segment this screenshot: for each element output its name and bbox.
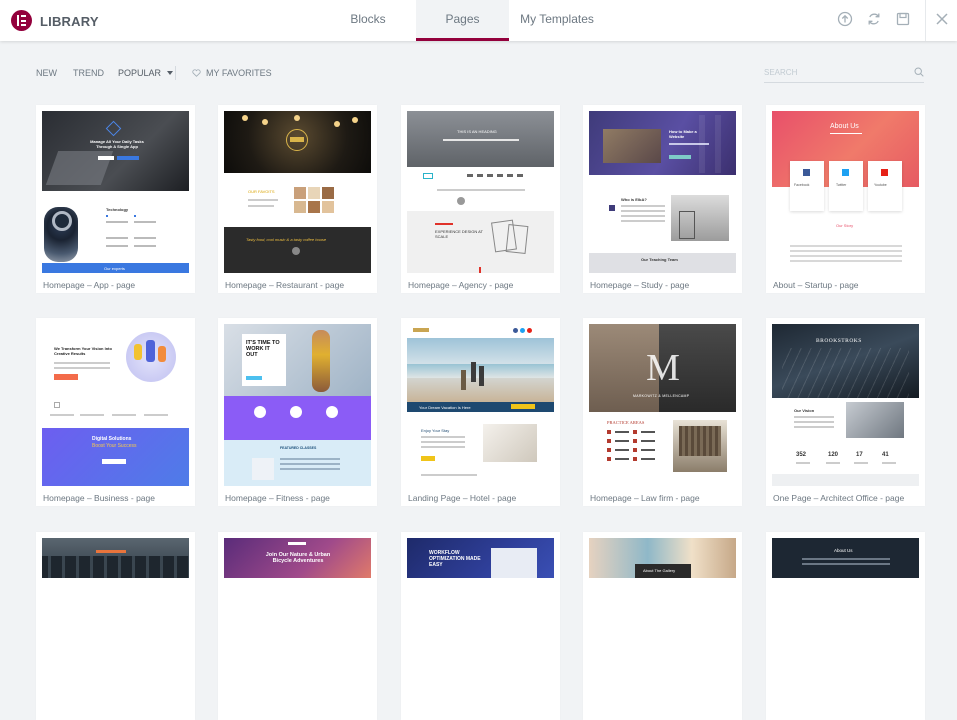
caret-down-icon (166, 71, 173, 75)
thumb-quote: Tasty food, cool music & a tasty coffee … (246, 237, 327, 242)
template-label: Homepage – Restaurant - page (225, 280, 345, 290)
thumb-section: PRACTICE AREAS (607, 420, 645, 425)
template-label: Homepage – Business - page (43, 493, 155, 503)
thumb-title: Your Dream Vacation Is Here (419, 405, 471, 410)
template-label: One Page – Architect Office - page (773, 493, 905, 503)
thumb-section: FEATURED CLASSES (280, 446, 317, 450)
thumb-network-label: Youtube (874, 183, 887, 187)
my-favorites-label: MY FAVORITES (206, 68, 272, 78)
template-card[interactable]: BROOKSTROKS Our Vision 352 120 17 41 One… (766, 318, 925, 506)
template-card[interactable] (36, 532, 195, 720)
thumb-title: About Us (834, 548, 853, 553)
template-label: Homepage – Fitness - page (225, 493, 330, 503)
thumb-section: EXPERIENCE DESIGN AT SCALE (435, 229, 483, 239)
thumb-title: Join Our Nature & Urban Bicycle Adventur… (265, 552, 331, 564)
filter-my-favorites[interactable]: MY FAVORITES (192, 68, 272, 79)
thumb-title: IT'S TIME TO WORK IT OUT (246, 340, 280, 358)
template-thumbnail: We Transform Your Vision Into Creative R… (42, 324, 189, 486)
template-card[interactable]: IT'S TIME TO WORK IT OUT FEATURED CLASSE… (218, 318, 377, 506)
thumb-section: Digital Solutions (92, 436, 132, 442)
template-thumbnail: How to Make a Website Who is ElbA? Our T… (589, 111, 736, 273)
library-header: LIBRARY Blocks Pages My Templates (0, 0, 957, 41)
template-thumbnail: Manage All Your Daily Tasks Through A Si… (42, 111, 189, 273)
thumb-title: About Us (830, 123, 859, 130)
thumb-footer: Our Teaching Team (641, 257, 678, 262)
template-thumbnail: BROOKSTROKS Our Vision 352 120 17 41 (772, 324, 919, 486)
template-card[interactable]: Your Dream Vacation Is Here Enjoy Your S… (401, 318, 560, 506)
thumb-network-label: Facebook (794, 183, 810, 187)
template-thumbnail: OUR FAVOITS Tasty food, cool music & a t… (224, 111, 371, 273)
template-thumbnail: Your Dream Vacation Is Here Enjoy Your S… (407, 324, 554, 486)
template-thumbnail: IT'S TIME TO WORK IT OUT FEATURED CLASSE… (224, 324, 371, 486)
thumb-title: We Transform Your Vision Into Creative R… (54, 346, 112, 356)
thumb-stat: 352 (796, 452, 807, 458)
filter-popular-label: POPULAR (118, 68, 162, 78)
filter-toolbar: NEW TREND POPULAR MY FAVORITES (0, 41, 957, 97)
thumb-section: Our Vision (794, 408, 815, 413)
search-icon[interactable] (914, 67, 924, 77)
library-title: LIBRARY (40, 14, 99, 29)
template-label: Homepage – App - page (43, 280, 136, 290)
template-thumbnail: WORKFLOW OPTIMIZATION MADE EASY (407, 538, 554, 700)
template-thumbnail: About The Gallery (589, 538, 736, 700)
tab-pages[interactable]: Pages (416, 0, 509, 41)
thumb-stat: 120 (828, 452, 839, 458)
close-icon[interactable] (934, 11, 952, 29)
thumb-title: WORKFLOW OPTIMIZATION MADE EASY (429, 550, 481, 568)
template-thumbnail: About Us (772, 538, 919, 700)
template-label: Homepage – Law firm - page (590, 493, 700, 503)
template-card[interactable]: How to Make a Website Who is ElbA? Our T… (583, 105, 742, 293)
template-thumbnail: About Us Facebook Twitter Youtube Our St… (772, 111, 919, 273)
template-card[interactable]: WORKFLOW OPTIMIZATION MADE EASY (401, 532, 560, 720)
template-thumbnail: M MARKOWITZ & MELLENCAMP PRACTICE AREAS (589, 324, 736, 486)
header-divider (925, 0, 926, 41)
template-card[interactable]: About Us Facebook Twitter Youtube Our St… (766, 105, 925, 293)
template-label: About – Startup - page (773, 280, 859, 290)
template-label: Homepage – Study - page (590, 280, 690, 290)
template-card[interactable]: About Us (766, 532, 925, 720)
thumb-subtitle: Boost Your Success (92, 443, 137, 449)
thumb-section: Enjoy Your Stay (421, 428, 450, 433)
template-card[interactable]: Join Our Nature & Urban Bicycle Adventur… (218, 532, 377, 720)
template-thumbnail: Join Our Nature & Urban Bicycle Adventur… (224, 538, 371, 700)
save-icon[interactable] (895, 11, 913, 29)
template-card[interactable]: THIS IS AN HEADING EXPERIENCE DESIGN AT … (401, 105, 560, 293)
tab-blocks[interactable]: Blocks (337, 0, 399, 41)
thumb-section: Technology (106, 207, 129, 212)
template-card[interactable]: M MARKOWITZ & MELLENCAMP PRACTICE AREAS … (583, 318, 742, 506)
thumb-stat: 41 (882, 452, 889, 458)
toolbar-divider (175, 66, 176, 80)
thumb-section: OUR FAVOITS (248, 189, 275, 194)
thumb-title: Manage All Your Daily Tasks Through A Si… (90, 139, 144, 149)
elementor-logo-icon (11, 10, 32, 31)
template-card[interactable]: OUR FAVOITS Tasty food, cool music & a t… (218, 105, 377, 293)
heart-icon (192, 69, 201, 79)
sync-icon[interactable] (866, 11, 884, 29)
filter-popular[interactable]: POPULAR (118, 68, 173, 78)
template-thumbnail (42, 538, 189, 700)
thumb-network-label: Twitter (836, 183, 847, 187)
template-card[interactable]: We Transform Your Vision Into Creative R… (36, 318, 195, 506)
thumb-section: Our Story (836, 223, 854, 228)
template-card[interactable]: About The Gallery (583, 532, 742, 720)
tab-my-templates[interactable]: My Templates (517, 0, 597, 41)
template-label: Landing Page – Hotel - page (408, 493, 517, 503)
search-input[interactable] (764, 62, 904, 83)
search-box (764, 62, 924, 83)
thumb-title: MARKOWITZ & MELLENCAMP (633, 394, 690, 398)
filter-trend[interactable]: TREND (73, 68, 104, 78)
thumb-footer: Our experts (104, 266, 125, 271)
template-thumbnail: THIS IS AN HEADING EXPERIENCE DESIGN AT … (407, 111, 554, 273)
template-card[interactable]: Manage All Your Daily Tasks Through A Si… (36, 105, 195, 293)
template-label: Homepage – Agency - page (408, 280, 514, 290)
thumb-stat: 17 (856, 452, 863, 458)
filter-new[interactable]: NEW (36, 68, 57, 78)
thumb-title: BROOKSTROKS (816, 338, 862, 344)
thumb-title: THIS IS AN HEADING (457, 129, 497, 134)
upload-icon[interactable] (837, 11, 855, 29)
thumb-section: Who is ElbA? (621, 197, 647, 202)
